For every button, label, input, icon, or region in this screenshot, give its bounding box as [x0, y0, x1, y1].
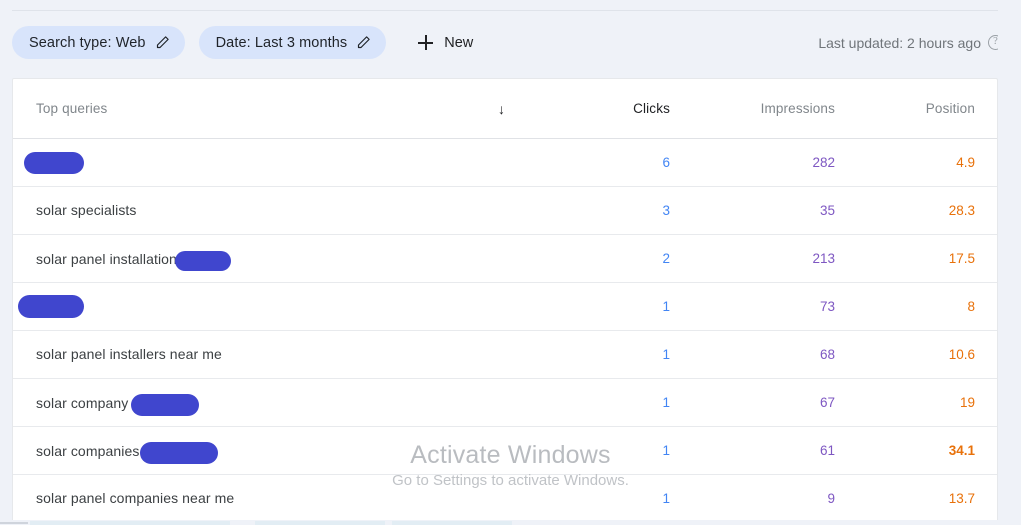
- table-header-row: Top queries ↓ Clicks Impressions Positio…: [13, 79, 997, 139]
- cell-impressions: 67: [819, 395, 835, 410]
- add-new-filter-button[interactable]: New: [408, 27, 483, 59]
- table-row[interactable]: solar companies 1 61 34.1: [13, 427, 997, 475]
- table-row[interactable]: solar specialists 3 35 28.3: [13, 187, 997, 235]
- redaction-blob: [140, 441, 219, 464]
- column-header-clicks-label: Clicks: [633, 101, 670, 116]
- cell-position: 4.9: [956, 155, 975, 170]
- cell-clicks: 6: [662, 155, 670, 170]
- cell-clicks: 1: [662, 299, 670, 314]
- cell-impressions: 213: [812, 251, 835, 266]
- filter-chip-search-type-label: Search type: Web: [29, 34, 146, 51]
- cell-query: solar panel companies near me: [36, 490, 520, 508]
- column-header-top-queries[interactable]: Top queries: [36, 101, 520, 116]
- cell-impressions: 61: [819, 443, 835, 458]
- cell-impressions: 73: [819, 299, 835, 314]
- bottom-partial-element: [392, 521, 512, 525]
- page-background-right: [998, 10, 1021, 525]
- bottom-partial-element: [30, 521, 230, 525]
- query-text: solar companies: [36, 442, 140, 459]
- cell-position: 8: [967, 299, 975, 314]
- query-text: solar panel installers near me: [36, 346, 222, 363]
- cell-query: solar panel installation: [36, 249, 520, 271]
- add-new-filter-label: New: [444, 34, 474, 51]
- plus-icon: [418, 35, 434, 50]
- cell-query: solar companies: [36, 440, 520, 464]
- cell-impressions: 68: [819, 347, 835, 362]
- cell-query: [18, 283, 520, 331]
- bottom-partial-element: [255, 521, 385, 525]
- table-row[interactable]: 6 282 4.9: [13, 139, 997, 187]
- redaction-blob: [174, 250, 231, 271]
- cell-position: 10.6: [948, 347, 975, 362]
- column-header-impressions[interactable]: Impressions: [670, 101, 835, 116]
- table-row[interactable]: solar panel installation 2 213 17.5: [13, 235, 997, 283]
- cell-clicks: 1: [662, 491, 670, 506]
- cell-position: 28.3: [948, 203, 975, 218]
- cell-position: 34.1: [948, 443, 975, 458]
- search-performance-page: Search type: Web Date: Last 3 months New…: [0, 0, 1021, 525]
- last-updated-status: Last updated: 2 hours ago ?: [818, 35, 1003, 51]
- filter-chip-date[interactable]: Date: Last 3 months: [198, 26, 387, 59]
- filter-chip-date-label: Date: Last 3 months: [215, 34, 348, 51]
- cell-clicks: 2: [662, 251, 670, 266]
- cell-clicks: 1: [662, 395, 670, 410]
- redaction-blob: [131, 393, 200, 416]
- table-row[interactable]: solar panel companies near me 1 9 13.7: [13, 475, 997, 523]
- queries-table-card: Top queries ↓ Clicks Impressions Positio…: [12, 78, 998, 523]
- pencil-icon[interactable]: [155, 35, 170, 50]
- cell-query: [24, 151, 520, 174]
- column-header-clicks[interactable]: ↓ Clicks: [498, 101, 670, 116]
- table-row[interactable]: solar panel installers near me 1 68 10.6: [13, 331, 997, 379]
- query-text: solar specialists: [36, 202, 137, 219]
- redaction-blob: [24, 151, 84, 174]
- sort-descending-icon: ↓: [498, 100, 506, 117]
- cell-position: 13.7: [948, 491, 975, 506]
- last-updated-label: Last updated: 2 hours ago: [818, 34, 981, 51]
- pencil-icon[interactable]: [356, 35, 371, 50]
- cell-position: 19: [959, 395, 975, 410]
- cell-position: 17.5: [948, 251, 975, 266]
- cell-clicks: 1: [662, 347, 670, 362]
- cell-impressions: 35: [819, 203, 835, 218]
- bottom-partial-element: [0, 522, 28, 524]
- cell-query: solar panel installers near me: [36, 346, 520, 364]
- cell-query: solar specialists: [36, 202, 520, 220]
- cell-impressions: 282: [812, 155, 835, 170]
- filter-chip-search-type[interactable]: Search type: Web: [12, 26, 185, 59]
- cell-clicks: 3: [662, 203, 670, 218]
- column-header-position[interactable]: Position: [835, 101, 975, 116]
- filters-toolbar: Search type: Web Date: Last 3 months New…: [0, 11, 1021, 74]
- table-row[interactable]: 1 73 8: [13, 283, 997, 331]
- table-row[interactable]: solar company 1 67 19: [13, 379, 997, 427]
- cell-query: solar company: [36, 392, 520, 416]
- cell-clicks: 1: [662, 443, 670, 458]
- query-text: solar company: [36, 394, 129, 411]
- query-text: solar panel companies near me: [36, 490, 235, 507]
- query-text: solar panel installation: [36, 250, 177, 267]
- cell-impressions: 9: [827, 491, 835, 506]
- redaction-blob: [18, 294, 84, 318]
- page-bottom-edge: [0, 520, 1021, 525]
